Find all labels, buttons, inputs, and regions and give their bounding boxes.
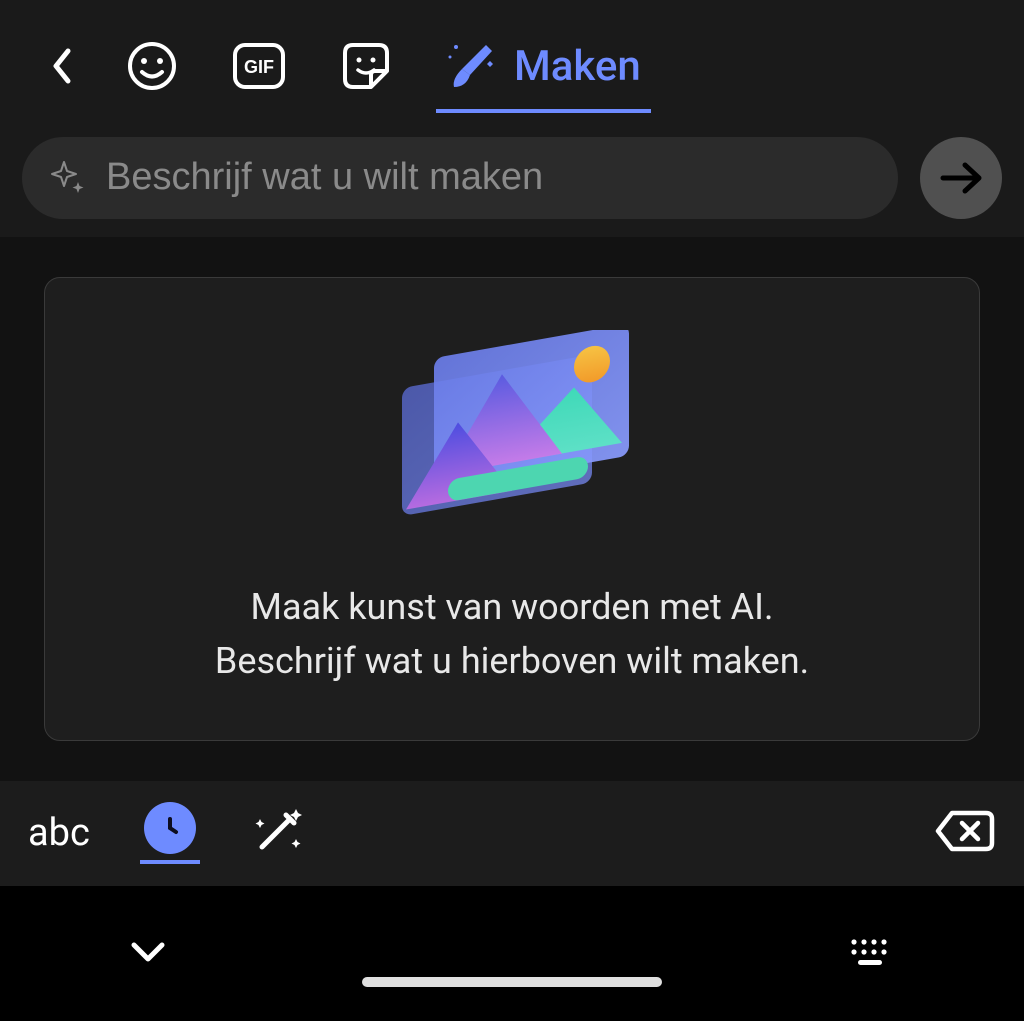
main-area: Maak kunst van woorden met AI. Beschrijf…	[0, 237, 1024, 781]
recent-button[interactable]	[140, 802, 200, 864]
backspace-button[interactable]	[934, 809, 996, 857]
keyboard-icon	[848, 936, 894, 968]
hero-illustration	[382, 330, 642, 550]
system-navbar	[0, 886, 1024, 1021]
backspace-icon	[934, 809, 996, 853]
tab-emoji[interactable]	[127, 41, 177, 91]
tab-sticker[interactable]	[341, 41, 391, 91]
sparkles-icon	[50, 160, 86, 196]
recent-underline	[140, 860, 200, 864]
magic-wand-icon	[250, 805, 306, 857]
bottom-toolbar: abc	[0, 781, 1024, 887]
abc-button[interactable]: abc	[28, 811, 90, 855]
info-card: Maak kunst van woorden met AI. Beschrijf…	[44, 277, 980, 741]
nav-collapse-button[interactable]	[130, 941, 166, 967]
clock-icon	[155, 813, 185, 843]
smile-icon	[127, 41, 177, 91]
tab-underline	[436, 109, 651, 113]
nav-keyboard-button[interactable]	[848, 936, 894, 972]
tabs-row: GIF Maken	[0, 0, 1024, 109]
search-input[interactable]	[106, 156, 870, 199]
card-text-line1: Maak kunst van woorden met AI.	[215, 580, 809, 634]
arrow-right-icon	[939, 160, 983, 196]
magic-wand-button[interactable]	[250, 805, 306, 861]
card-text-line2: Beschrijf wat u hierboven wilt maken.	[215, 634, 809, 688]
tab-create[interactable]: Maken	[446, 39, 641, 93]
sticker-icon	[341, 41, 391, 91]
search-field[interactable]	[22, 137, 898, 219]
svg-text:GIF: GIF	[244, 57, 274, 77]
back-button[interactable]	[50, 47, 72, 85]
nav-handle[interactable]	[362, 977, 662, 987]
submit-button[interactable]	[920, 137, 1002, 219]
card-text: Maak kunst van woorden met AI. Beschrijf…	[215, 580, 809, 688]
chevron-left-icon	[50, 47, 72, 85]
tab-gif[interactable]: GIF	[232, 42, 286, 90]
tab-create-label: Maken	[514, 42, 641, 91]
brush-icon	[446, 39, 496, 93]
chevron-down-icon	[130, 941, 166, 963]
search-row	[0, 109, 1024, 237]
gif-icon: GIF	[232, 42, 286, 90]
